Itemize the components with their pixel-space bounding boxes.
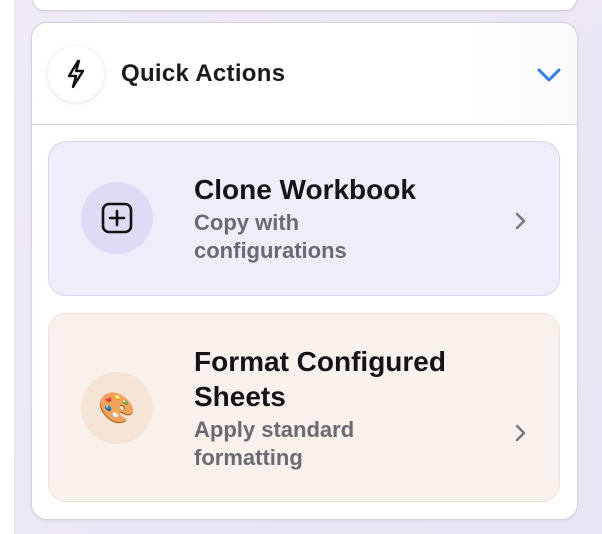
left-sidebar-edge [0,0,15,534]
plus-square-icon [81,182,153,254]
chevron-right-icon [513,421,529,445]
quick-actions-title: Quick Actions [121,59,286,87]
palette-emoji: 🎨 [98,391,136,425]
card-title: Format Configured Sheets [194,346,446,412]
lightning-bolt-icon [48,45,104,102]
clone-workbook-card[interactable]: Clone Workbook Copy with configurations [48,141,560,296]
collapse-toggle-button[interactable] [535,61,563,89]
chevron-right-icon [513,209,529,233]
format-configured-sheets-card[interactable]: 🎨 Format Configured Sheets Apply standar… [48,313,560,502]
quick-actions-header[interactable]: Quick Actions [32,23,577,125]
chevron-down-icon [537,68,561,82]
card-title: Clone Workbook [194,174,416,205]
card-subtitle: Apply standard formatting [194,417,355,470]
artist-palette-icon: 🎨 [81,372,153,444]
previous-panel-card [32,0,577,11]
card-subtitle: Copy with configurations [194,210,347,263]
quick-actions-panel: Quick Actions Clone Workbook Copy with c… [31,22,578,520]
